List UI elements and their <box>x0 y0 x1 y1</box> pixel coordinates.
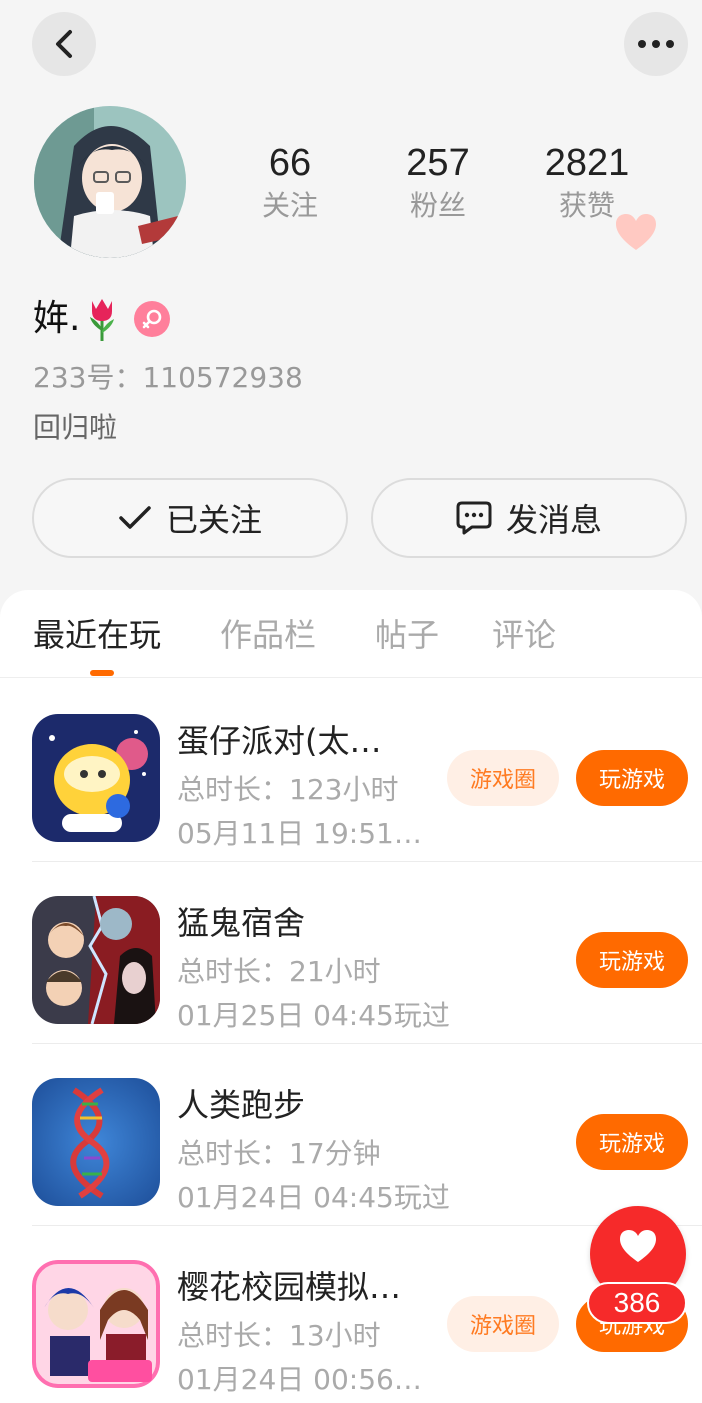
stat-followers-label: 粉丝 <box>409 189 466 222</box>
tulip-icon <box>90 299 115 341</box>
tab-comments[interactable]: 评论 <box>492 612 556 658</box>
game-item[interactable]: 猛鬼宿舍 总时长：21小时 01月25日 04:45玩过 玩游戏 <box>0 862 702 1044</box>
followed-button[interactable]: 已关注 <box>32 478 348 558</box>
send-message-button[interactable]: 发消息 <box>371 478 687 558</box>
stat-following-label: 关注 <box>261 189 318 222</box>
game-title: 蛋仔派对(太… <box>177 722 382 760</box>
play-game-button[interactable]: 玩游戏 <box>576 1114 688 1170</box>
game-icon <box>32 1260 160 1388</box>
checkmark-icon <box>119 506 151 529</box>
game-title: 樱花校园模拟… <box>177 1268 402 1306</box>
game-last-played: 05月11日 19:51… <box>177 817 422 850</box>
user-id: 233号：110572938 <box>33 361 303 394</box>
chevron-left-icon <box>56 30 72 58</box>
content-panel: 最近在玩 作品栏 帖子 评论 蛋仔派对(太… 总时长：123小时 05月11日 … <box>0 590 702 1403</box>
play-game-button[interactable]: 玩游戏 <box>576 750 688 806</box>
play-game-button[interactable]: 玩游戏 <box>576 932 688 988</box>
game-last-played: 01月24日 00:56… <box>177 1363 422 1396</box>
game-duration: 总时长：17分钟 <box>177 1137 381 1170</box>
heart-deco-icon <box>616 214 656 250</box>
tab-posts[interactable]: 帖子 <box>375 612 439 658</box>
like-count-badge: 386 <box>587 1282 687 1324</box>
avatar-illustration <box>34 106 186 258</box>
game-icon <box>32 714 160 842</box>
avatar[interactable] <box>34 106 186 258</box>
game-duration: 总时长：13小时 <box>177 1319 381 1352</box>
followed-label: 已关注 <box>165 501 262 539</box>
game-circle-button[interactable]: 游戏圈 <box>447 1296 559 1352</box>
heart-icon <box>620 1230 656 1262</box>
game-item[interactable]: 人类跑步 总时长：17分钟 01月24日 04:45玩过 玩游戏 <box>0 1044 702 1226</box>
profile-header: 66 关注 257 粉丝 2821 获赞 姩. 233号：110572938 回… <box>0 0 702 610</box>
tab-bar: 最近在玩 作品栏 帖子 评论 <box>0 590 702 678</box>
nickname: 姩. <box>33 298 81 339</box>
game-circle-button[interactable]: 游戏圈 <box>447 750 559 806</box>
game-duration: 总时长：123小时 <box>177 773 399 806</box>
name-row: 姩. <box>33 294 171 344</box>
tab-recently-played[interactable]: 最近在玩 <box>33 612 161 658</box>
game-icon <box>32 896 160 1024</box>
user-bio: 回归啦 <box>33 411 118 444</box>
more-dots-icon <box>638 40 674 48</box>
stat-likes-value: 2821 <box>544 142 630 184</box>
more-button[interactable] <box>624 12 688 76</box>
stat-followers-value: 257 <box>406 142 470 184</box>
stat-following[interactable]: 66 关注 <box>215 140 365 226</box>
send-message-label: 发消息 <box>505 501 602 539</box>
tab-works[interactable]: 作品栏 <box>220 612 316 658</box>
game-title: 猛鬼宿舍 <box>177 904 306 942</box>
back-button[interactable] <box>32 12 96 76</box>
game-last-played: 01月25日 04:45玩过 <box>177 999 450 1032</box>
game-item[interactable]: 蛋仔派对(太… 总时长：123小时 05月11日 19:51… 游戏圈 玩游戏 <box>0 680 702 862</box>
female-gender-icon <box>134 301 171 337</box>
game-duration: 总时长：21小时 <box>177 955 381 988</box>
stat-followers[interactable]: 257 粉丝 <box>363 140 513 226</box>
active-tab-indicator <box>90 670 114 676</box>
stat-following-value: 66 <box>268 142 312 184</box>
chat-bubble-icon <box>456 501 492 535</box>
game-last-played: 01月24日 04:45玩过 <box>177 1181 450 1214</box>
game-icon <box>32 1078 160 1206</box>
game-title: 人类跑步 <box>177 1086 306 1124</box>
